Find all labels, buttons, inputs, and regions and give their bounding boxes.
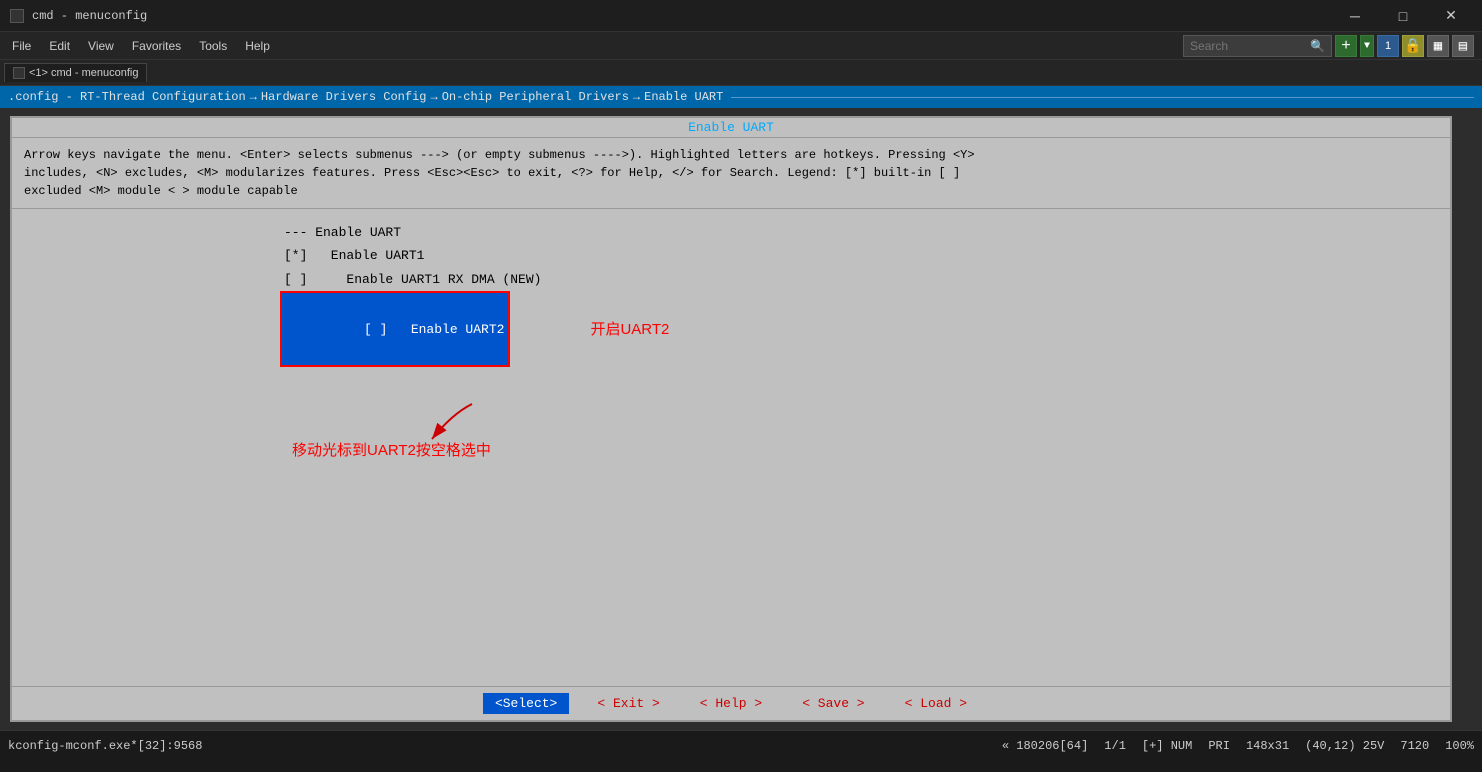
tab-label: <1> cmd - menuconfig xyxy=(29,67,138,79)
terminal-buttons: <Select> < Exit > < Help > < Save > < Lo… xyxy=(12,686,1450,720)
info-line2: includes, <N> excludes, <M> modularizes … xyxy=(24,164,1438,182)
menu-favorites[interactable]: Favorites xyxy=(124,36,189,56)
select-button[interactable]: <Select> xyxy=(483,693,569,714)
exit-button[interactable]: < Exit > xyxy=(585,693,671,714)
breadcrumb-sep1: → xyxy=(250,90,257,104)
breadcrumb-onchip: On-chip Peripheral Drivers xyxy=(442,90,629,104)
tab-bar: <1> cmd - menuconfig xyxy=(0,60,1482,86)
menu-line-3-highlighted: [ ] Enable UART2 xyxy=(280,291,510,367)
menu-edit[interactable]: Edit xyxy=(41,36,78,56)
menu-line-1-text: [*] Enable UART1 xyxy=(284,244,424,267)
minimize-button[interactable]: ─ xyxy=(1332,2,1378,30)
menu-line-2: [ ] Enable UART1 RX DMA (NEW) xyxy=(24,268,1438,291)
help-button[interactable]: < Help > xyxy=(688,693,774,714)
status-right: « 180206[64] 1/1 [+] NUM PRI 148x31 (40,… xyxy=(1002,739,1474,753)
status-bar: kconfig-mconf.exe*[32]:9568 « 180206[64]… xyxy=(0,730,1482,760)
close-button[interactable]: ✕ xyxy=(1428,2,1474,30)
status-pri: PRI xyxy=(1208,739,1230,753)
lock-icon-button[interactable]: 🔒 xyxy=(1402,35,1424,57)
status-num: [+] NUM xyxy=(1142,739,1192,753)
search-input[interactable] xyxy=(1190,39,1310,53)
status-size: 148x31 xyxy=(1246,739,1289,753)
save-button[interactable]: < Save > xyxy=(790,693,876,714)
window-title: cmd - menuconfig xyxy=(32,9,147,23)
annotation-enable-uart2: 开启UART2 xyxy=(590,316,669,343)
status-zoom: 100% xyxy=(1445,739,1474,753)
load-button[interactable]: < Load > xyxy=(893,693,979,714)
menu-view[interactable]: View xyxy=(80,36,122,56)
breadcrumb-config: .config - RT-Thread Configuration xyxy=(8,90,246,104)
grid2-icon-button[interactable]: ▤ xyxy=(1452,35,1474,57)
status-pos: (40,12) 25V xyxy=(1305,739,1384,753)
breadcrumb-sep2: → xyxy=(430,90,437,104)
menu-line-0-text: --- Enable UART xyxy=(284,221,401,244)
dropdown-icon-button[interactable]: ▼ xyxy=(1360,35,1374,57)
app-icon xyxy=(8,7,26,25)
breadcrumb-uart: Enable UART xyxy=(644,90,723,104)
breadcrumb-sep3: → xyxy=(633,90,640,104)
menu-tools[interactable]: Tools xyxy=(191,36,235,56)
add-icon-button[interactable]: + xyxy=(1335,35,1357,57)
status-version: « 180206[64] xyxy=(1002,739,1088,753)
num-icon-button[interactable]: 1 xyxy=(1377,35,1399,57)
status-left: kconfig-mconf.exe*[32]:9568 xyxy=(8,739,202,753)
tab-icon xyxy=(13,67,25,79)
menu-line-2-text: [ ] Enable UART1 RX DMA (NEW) xyxy=(284,268,541,291)
main-content: Enable UART Arrow keys navigate the menu… xyxy=(0,108,1482,730)
terminal-window-title: Enable UART xyxy=(12,118,1450,138)
title-bar: cmd - menuconfig ─ □ ✕ xyxy=(0,0,1482,32)
menu-line-3: [ ] Enable UART2 开启UART2 xyxy=(24,291,1438,367)
menu-help[interactable]: Help xyxy=(237,36,278,56)
menu-line-0: --- Enable UART xyxy=(24,221,1438,244)
search-box: 🔍 xyxy=(1183,35,1332,57)
title-bar-left: cmd - menuconfig xyxy=(8,7,147,25)
terminal-menu-area: --- Enable UART [*] Enable UART1 [ ] Ena… xyxy=(12,209,1450,686)
terminal-window: Enable UART Arrow keys navigate the menu… xyxy=(10,116,1452,722)
tab-cmd-menuconfig[interactable]: <1> cmd - menuconfig xyxy=(4,63,147,82)
grid-icon-button[interactable]: ▦ xyxy=(1427,35,1449,57)
terminal-info: Arrow keys navigate the menu. <Enter> se… xyxy=(12,138,1450,209)
maximize-button[interactable]: □ xyxy=(1380,2,1426,30)
title-bar-controls: ─ □ ✕ xyxy=(1332,2,1474,30)
info-line3: excluded <M> module < > module capable xyxy=(24,182,1438,200)
menu-bar: File Edit View Favorites Tools Help 🔍 + … xyxy=(0,32,1482,60)
breadcrumb-bar: .config - RT-Thread Configuration → Hard… xyxy=(0,86,1482,108)
annotation-move-cursor: 移动光标到UART2按空格选中 xyxy=(292,439,491,460)
search-icon: 🔍 xyxy=(1310,39,1325,54)
status-num2: 7120 xyxy=(1400,739,1429,753)
menu-line-1: [*] Enable UART1 xyxy=(24,244,1438,267)
info-line1: Arrow keys navigate the menu. <Enter> se… xyxy=(24,146,1438,164)
menu-file[interactable]: File xyxy=(4,36,39,56)
breadcrumb-hw: Hardware Drivers Config xyxy=(261,90,427,104)
status-page: 1/1 xyxy=(1104,739,1126,753)
